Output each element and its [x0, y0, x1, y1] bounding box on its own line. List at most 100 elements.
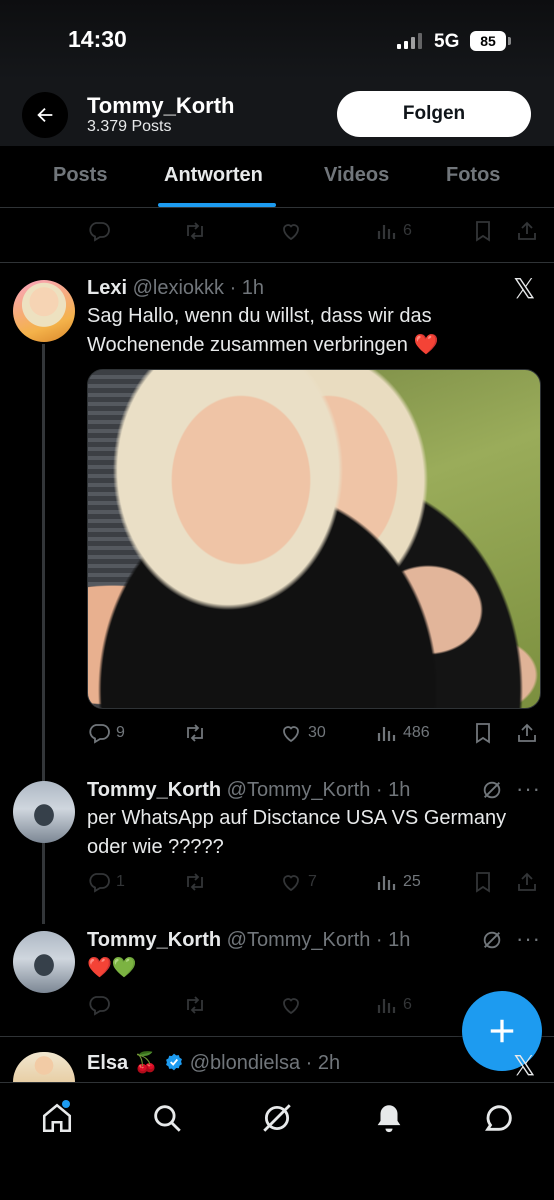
grok-icon[interactable] — [260, 1101, 294, 1135]
like-button[interactable]: 7 — [279, 867, 317, 897]
reply-icon — [89, 222, 110, 242]
tweet-text: ❤️💚 — [87, 957, 137, 979]
share-icon — [518, 723, 536, 742]
views-button[interactable]: 486 — [374, 718, 430, 748]
bookmark-icon — [476, 872, 490, 893]
bookmark-button[interactable] — [471, 216, 495, 246]
repost-button[interactable] — [183, 867, 207, 897]
heart-icon — [283, 875, 299, 892]
bookmark-button[interactable] — [471, 718, 495, 748]
tweet-actions: 9 30 486 — [0, 718, 554, 748]
tweet-handle-time[interactable]: @lexiokkk · 1h — [133, 277, 264, 299]
tweet-author[interactable]: Tommy_Korth — [87, 929, 221, 951]
tweet-author[interactable]: Elsa 🍒 — [87, 1052, 159, 1074]
tweet-actions: 6 — [0, 216, 554, 246]
share-button[interactable] — [515, 216, 539, 246]
tweet-author[interactable]: Lexi — [87, 277, 127, 299]
views-icon — [377, 727, 396, 741]
repost-button[interactable] — [183, 990, 207, 1020]
repost-button[interactable] — [183, 718, 207, 748]
profile-name: Tommy_Korth — [87, 93, 235, 118]
tweet-image[interactable] — [87, 369, 541, 709]
share-button[interactable] — [515, 718, 539, 748]
like-button[interactable] — [279, 216, 303, 246]
reply-count: 9 — [116, 724, 125, 741]
tweet-handle-time[interactable]: @blondielsa · 2h — [190, 1052, 340, 1074]
avatar[interactable] — [13, 280, 75, 342]
heart-icon — [283, 998, 299, 1015]
bookmark-icon — [476, 723, 490, 744]
share-button[interactable] — [515, 867, 539, 897]
tweet-actions: 1 7 25 — [0, 867, 554, 897]
follow-button[interactable]: Folgen — [337, 91, 531, 137]
views-button[interactable]: 25 — [374, 867, 421, 897]
more-options-icon[interactable]: ··· — [516, 776, 541, 802]
reply-count: 1 — [116, 873, 125, 890]
bottom-nav — [0, 1082, 554, 1200]
like-count: 7 — [308, 873, 317, 890]
repost-icon — [187, 996, 203, 1014]
active-tab-indicator — [158, 203, 276, 207]
tweet-author[interactable]: Tommy_Korth — [87, 779, 221, 801]
back-button[interactable] — [22, 92, 68, 138]
tab-replies[interactable]: Antworten — [164, 164, 263, 187]
tweet-handle-time[interactable]: @Tommy_Korth · 1h — [227, 779, 411, 801]
bookmark-button[interactable] — [471, 867, 495, 897]
x-logo-icon: 𝕏 — [513, 272, 536, 305]
avatar[interactable] — [13, 781, 75, 843]
image-person — [88, 370, 540, 708]
views-icon — [377, 876, 396, 890]
views-count: 6 — [403, 996, 412, 1013]
tweet-header: Tommy_Korth @Tommy_Korth · 1h — [87, 779, 410, 802]
views-icon — [377, 225, 396, 239]
repost-icon — [187, 724, 203, 742]
grok-icon[interactable] — [481, 779, 503, 801]
heart-icon — [283, 726, 299, 743]
tab-photos[interactable]: Fotos — [446, 164, 500, 187]
share-icon — [518, 872, 536, 891]
arrow-left-icon — [37, 107, 53, 123]
reply-button[interactable] — [87, 990, 111, 1020]
views-count: 6 — [403, 222, 412, 239]
tweet-text: Sag Hallo, wenn du willst, dass wir das … — [87, 305, 439, 356]
plus-icon — [490, 1019, 514, 1043]
reply-button[interactable] — [87, 216, 111, 246]
views-icon — [377, 999, 396, 1013]
tweet-header: Elsa 🍒 @blondielsa · 2h — [87, 1050, 340, 1075]
bookmark-icon — [476, 221, 490, 242]
reply-button[interactable]: 1 — [87, 867, 125, 897]
like-button[interactable]: 30 — [279, 718, 326, 748]
tab-posts[interactable]: Posts — [53, 164, 107, 187]
messages-icon[interactable] — [482, 1101, 516, 1135]
views-button[interactable]: 6 — [374, 990, 412, 1020]
tweet-header: Lexi @lexiokkk · 1h — [87, 277, 264, 300]
grok-icon[interactable] — [481, 929, 503, 951]
search-icon[interactable] — [150, 1101, 184, 1135]
repost-icon — [187, 222, 203, 240]
like-button[interactable] — [279, 990, 303, 1020]
reply-icon — [89, 996, 110, 1016]
x-logo-icon: 𝕏 — [513, 1049, 536, 1082]
signal-icon — [397, 33, 422, 49]
status-bar: 14:30 5G 85 — [0, 0, 554, 80]
reply-button[interactable]: 9 — [87, 718, 125, 748]
views-count: 25 — [403, 873, 421, 890]
repost-button[interactable] — [183, 216, 207, 246]
tweet-handle-time[interactable]: @Tommy_Korth · 1h — [227, 929, 411, 951]
like-count: 30 — [308, 724, 326, 741]
network-type: 5G — [434, 31, 460, 52]
views-button[interactable]: 6 — [374, 216, 412, 246]
avatar[interactable] — [13, 1052, 75, 1082]
reply-icon — [89, 724, 110, 744]
profile-tabs: Posts Antworten Videos Fotos — [0, 146, 554, 208]
profile-header: Tommy_Korth 3.379 Posts Folgen — [0, 80, 554, 146]
tab-videos[interactable]: Videos — [324, 164, 389, 187]
heart-icon — [283, 224, 299, 241]
avatar[interactable] — [13, 931, 75, 993]
status-time: 14:30 — [68, 26, 127, 52]
views-count: 486 — [403, 724, 430, 741]
tweet-header: Tommy_Korth @Tommy_Korth · 1h — [87, 929, 410, 952]
more-options-icon[interactable]: ··· — [516, 926, 541, 952]
notifications-icon[interactable] — [372, 1101, 406, 1135]
home-notification-dot — [62, 1100, 70, 1108]
